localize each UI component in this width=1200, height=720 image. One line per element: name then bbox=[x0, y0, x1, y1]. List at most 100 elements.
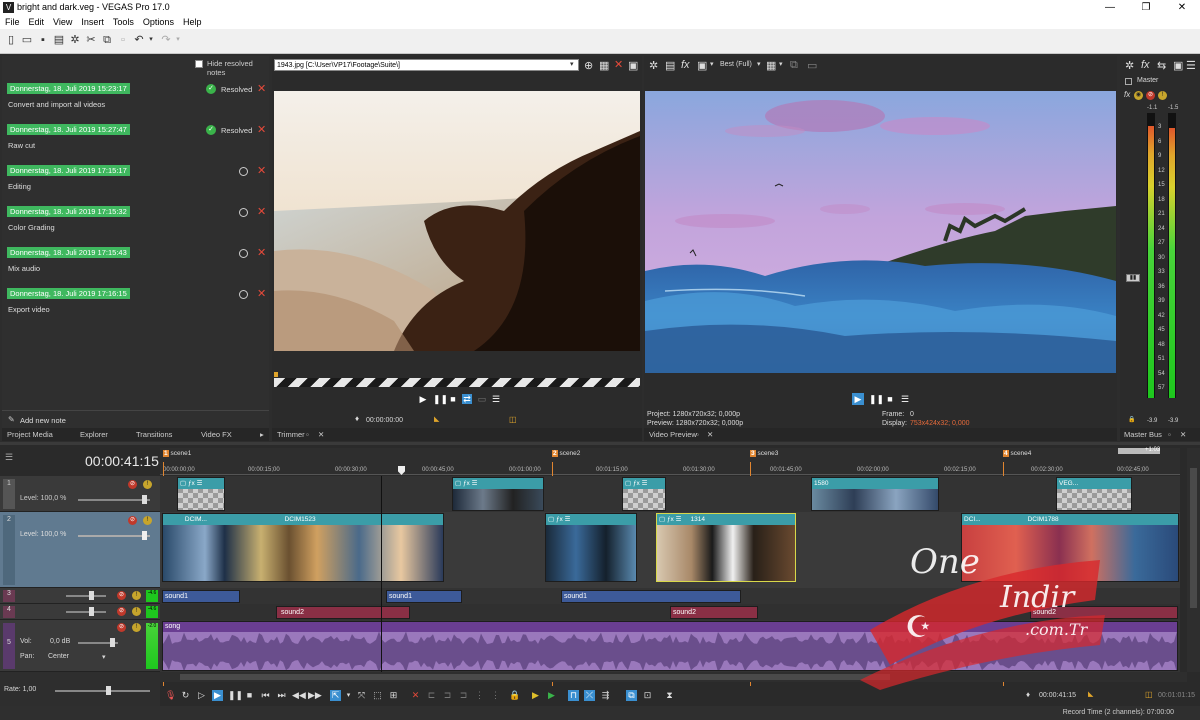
track-mute-icon[interactable]: ⊘ bbox=[128, 480, 137, 489]
preview-play-icon[interactable]: ▶ bbox=[852, 393, 864, 405]
rate-slider-handle[interactable] bbox=[106, 686, 111, 695]
pan-dropdown-icon[interactable]: ▾ bbox=[102, 653, 106, 661]
record-icon[interactable]: 🎙 bbox=[165, 690, 176, 701]
video-clip[interactable]: 1580 bbox=[811, 477, 939, 511]
marker-scene2[interactable]: 2 scene2 bbox=[552, 450, 580, 457]
zoom-tool-icon[interactable]: ⊞ bbox=[388, 690, 399, 701]
preview-overlay-icon[interactable]: ▣ bbox=[697, 59, 707, 72]
trimmer-pause-icon[interactable]: ❚❚ bbox=[433, 394, 448, 404]
undock-icon[interactable]: ▫ bbox=[696, 430, 699, 439]
menu-tools[interactable]: Tools bbox=[113, 15, 134, 29]
close-button[interactable]: ✕ bbox=[1164, 0, 1200, 15]
trimmer-menu-icon[interactable]: ☰ bbox=[491, 394, 501, 404]
fx-chain-icon[interactable]: ⧗ bbox=[664, 690, 675, 701]
open-icon[interactable]: ▭ bbox=[21, 34, 33, 46]
snapping-icon[interactable]: ⊓ bbox=[568, 690, 579, 701]
marker-scene1[interactable]: 1 scene1 bbox=[163, 450, 191, 457]
redo-dropdown-icon[interactable]: ▾ bbox=[172, 34, 184, 46]
add-note-button[interactable]: Add new note bbox=[20, 416, 66, 425]
preview-grid-icon[interactable]: ▦ bbox=[766, 59, 776, 72]
pause-icon[interactable]: ❚❚ bbox=[228, 690, 243, 701]
normal-edit-tool-icon[interactable]: ⇱ bbox=[330, 690, 341, 701]
insert-marker-icon[interactable]: ▶ bbox=[530, 690, 541, 701]
menu-edit[interactable]: Edit bbox=[29, 15, 45, 29]
preview-save-icon[interactable]: ▭ bbox=[807, 59, 817, 72]
track-solo-icon[interactable]: ! bbox=[132, 591, 141, 600]
lock-icon[interactable]: 🔒 bbox=[509, 690, 520, 701]
edit-tool-dropdown-icon[interactable]: ▾ bbox=[343, 690, 354, 701]
video-clip[interactable]: ▢ ƒx ☰ 1314 bbox=[656, 513, 796, 582]
menu-options[interactable]: Options bbox=[143, 15, 174, 29]
copy-icon[interactable]: ⧉ bbox=[101, 34, 113, 46]
trimmer-grid-icon[interactable]: ▦ bbox=[599, 59, 609, 72]
add-note-icon[interactable]: ✎ bbox=[8, 415, 15, 424]
level-slider-handle[interactable] bbox=[142, 531, 147, 540]
track-mute-icon[interactable]: ⊘ bbox=[117, 591, 126, 600]
quality-caret-icon[interactable]: ▾ bbox=[757, 60, 761, 68]
master-settings-gear-icon[interactable]: ✲ bbox=[1125, 59, 1134, 72]
timeline-vscroll[interactable] bbox=[1187, 448, 1200, 672]
settings-gear-icon[interactable]: ✲ bbox=[69, 34, 81, 46]
grid-dropdown-icon[interactable]: ▾ bbox=[779, 60, 783, 68]
audio-clip[interactable]: sound2 bbox=[276, 606, 410, 619]
unresolved-circle-icon[interactable] bbox=[239, 167, 248, 176]
play-icon[interactable]: ▶ bbox=[212, 690, 223, 701]
delete-note-icon[interactable]: ✕ bbox=[257, 207, 266, 218]
timeline-menu-icon[interactable]: ☰ bbox=[5, 452, 13, 463]
undock-icon[interactable]: ▫ bbox=[306, 430, 309, 439]
level-slider-handle[interactable] bbox=[142, 495, 147, 504]
volume-slider-handle[interactable] bbox=[89, 591, 94, 600]
trimmer-clear-icon[interactable]: ✕ bbox=[614, 58, 623, 71]
unresolved-circle-icon[interactable] bbox=[239, 290, 248, 299]
audio-clip[interactable]: sound1 bbox=[561, 590, 741, 603]
vscroll-thumb[interactable] bbox=[1190, 468, 1197, 608]
master-menu-icon[interactable]: ☰ bbox=[1186, 59, 1196, 72]
volume-slider[interactable] bbox=[66, 595, 106, 597]
master-fx-small-icon[interactable]: fx bbox=[1124, 90, 1130, 99]
delete-note-icon[interactable]: ✕ bbox=[257, 125, 266, 136]
delete-icon[interactable]: ✕ bbox=[410, 690, 421, 701]
audio-clip[interactable]: sound1 bbox=[386, 590, 462, 603]
trimmer-add-icon[interactable]: ⊕ bbox=[584, 59, 593, 72]
path-dropdown-icon[interactable]: ▾ bbox=[570, 60, 574, 68]
tab-explorer[interactable]: Explorer bbox=[80, 430, 108, 439]
video-clip[interactable]: VEG... bbox=[1056, 477, 1132, 511]
track-solo-icon[interactable]: ! bbox=[132, 607, 141, 616]
trim-icon[interactable]: ⊏ bbox=[426, 690, 437, 701]
minimize-button[interactable]: — bbox=[1092, 0, 1128, 15]
video-clip[interactable]: DCI... DCIM1788 bbox=[961, 513, 1179, 582]
pan-value[interactable]: Center bbox=[48, 653, 69, 660]
video-clip[interactable]: ▢ ƒx ☰ bbox=[452, 477, 544, 511]
tab-master-bus[interactable]: Master Bus bbox=[1124, 430, 1162, 439]
tab-video-preview[interactable]: Video Preview bbox=[649, 430, 697, 439]
delete-note-icon[interactable]: ✕ bbox=[257, 166, 266, 177]
tab-trimmer[interactable]: Trimmer bbox=[277, 430, 305, 439]
track-header-5[interactable]: 5 Vol: 0,0 dB Pan: Center ▾ ⊘ ! -2.0 bbox=[0, 620, 160, 672]
audio-clip[interactable]: sound1 bbox=[162, 590, 240, 603]
paste-icon[interactable]: ▫ bbox=[117, 34, 129, 46]
master-fx-icon[interactable]: fx bbox=[1141, 59, 1150, 71]
play-from-start-icon[interactable]: ▷ bbox=[196, 690, 207, 701]
delete-note-icon[interactable]: ✕ bbox=[257, 289, 266, 300]
track-header-4[interactable]: 4 ⊘ ! -4.6 bbox=[0, 604, 160, 620]
menu-insert[interactable]: Insert bbox=[81, 15, 104, 29]
close-tab-icon[interactable]: ✕ bbox=[318, 430, 324, 439]
preview-menu-icon[interactable]: ☰ bbox=[900, 394, 910, 404]
track-header-1[interactable]: 1 Level: 100,0 % ⊘ ! bbox=[0, 476, 160, 512]
track-solo-icon[interactable]: ! bbox=[132, 623, 141, 632]
master-mute-icon[interactable]: ⊘ bbox=[1146, 91, 1155, 100]
trimmer-media-icon[interactable]: ▣ bbox=[628, 59, 638, 72]
hide-resolved-checkbox[interactable] bbox=[195, 60, 203, 68]
go-end-icon[interactable]: ⏭ bbox=[276, 690, 287, 701]
preview-pause-icon[interactable]: ❚❚ bbox=[869, 394, 884, 404]
undock-icon[interactable]: ▫ bbox=[1168, 430, 1171, 439]
preview-copy-icon[interactable]: ⧉ bbox=[790, 59, 798, 72]
cut-icon[interactable]: ✂ bbox=[85, 34, 97, 46]
unresolved-circle-icon[interactable] bbox=[239, 249, 248, 258]
video-track-1-lane[interactable] bbox=[160, 476, 1180, 512]
volume-slider[interactable] bbox=[66, 611, 106, 613]
auto-crossfade-icon[interactable]: ⤫ bbox=[584, 690, 595, 701]
note-text[interactable]: Color Grading bbox=[8, 223, 55, 232]
preview-settings-gear-icon[interactable]: ✲ bbox=[649, 59, 658, 72]
note-text[interactable]: Convert and import all videos bbox=[8, 100, 105, 109]
